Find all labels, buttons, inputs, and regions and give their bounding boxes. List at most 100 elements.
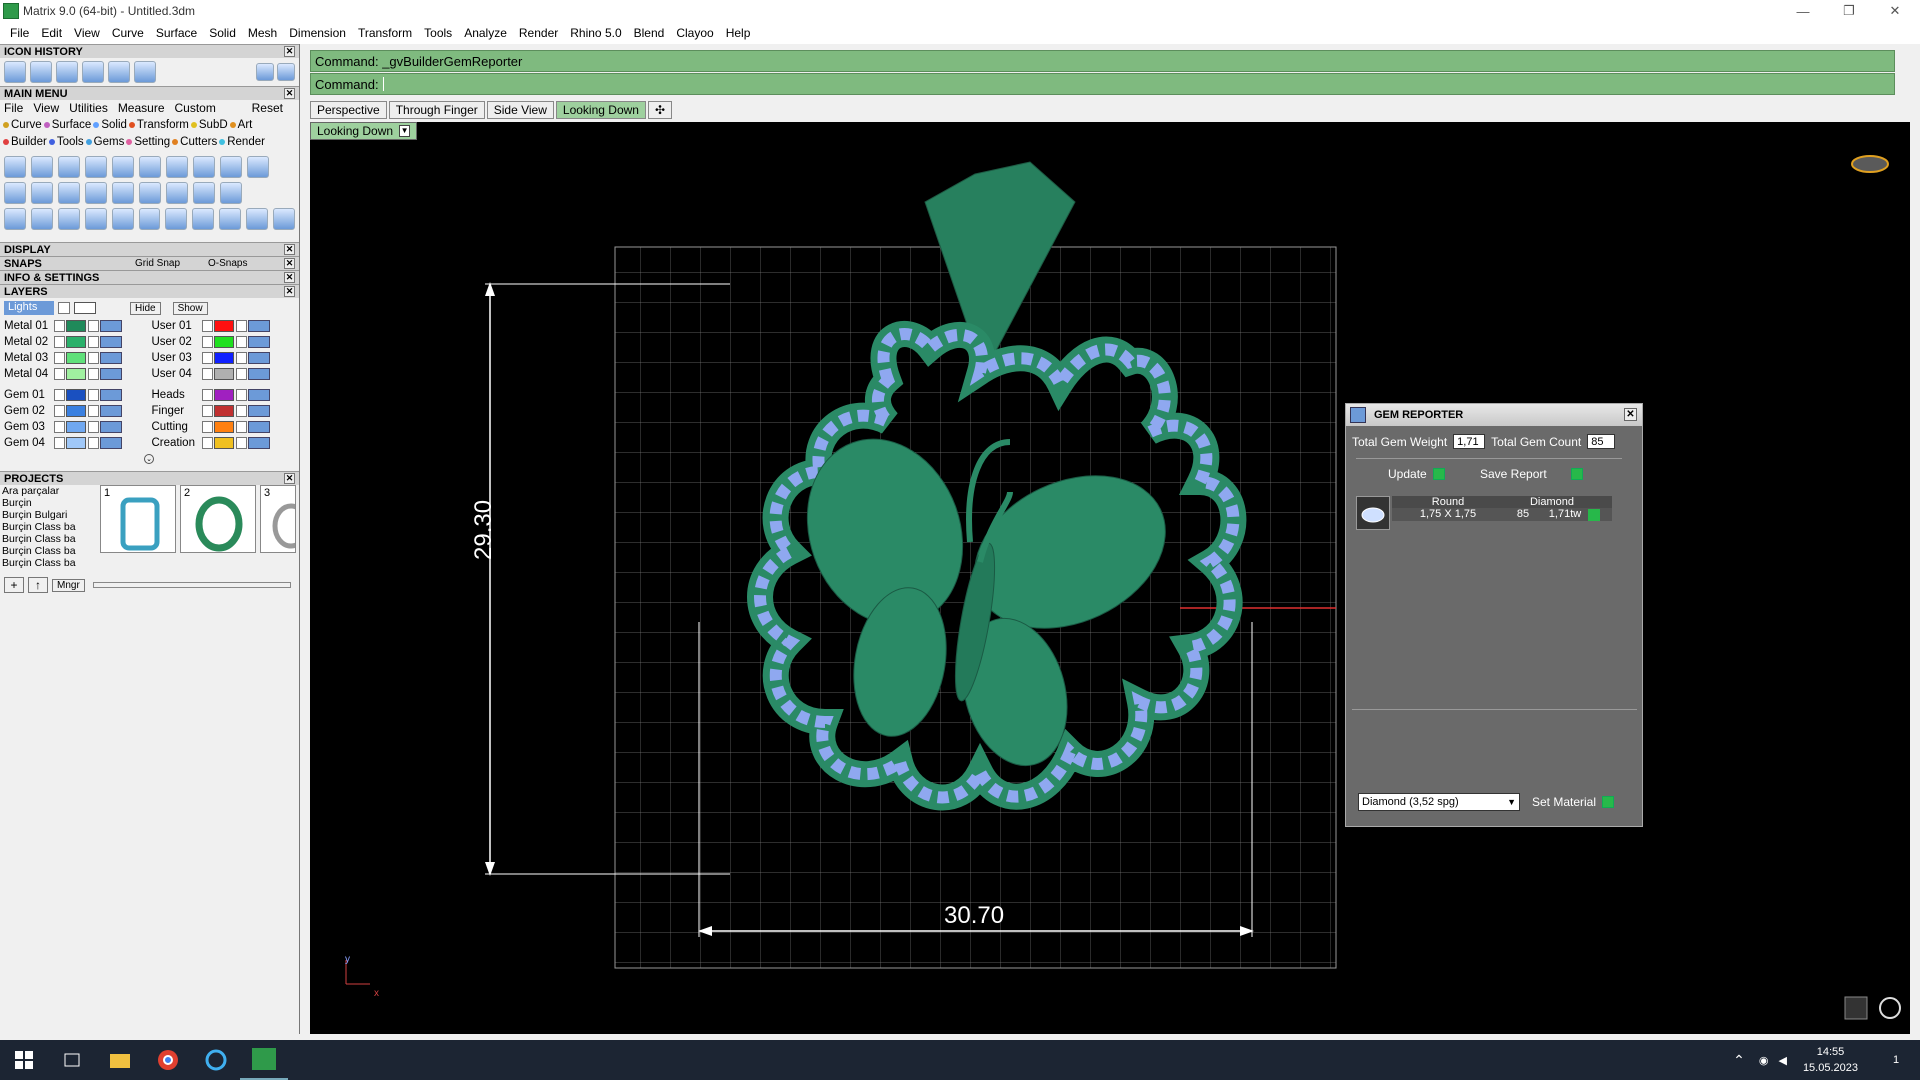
cat-solid[interactable]: Solid xyxy=(93,119,127,131)
menu-dimension[interactable]: Dimension xyxy=(283,26,352,40)
panel-close-icon[interactable]: ✕ xyxy=(284,272,295,283)
chevron-up-icon[interactable]: ⌃ xyxy=(1733,1052,1745,1069)
tool-icon[interactable] xyxy=(4,156,26,178)
history-tool-icon[interactable] xyxy=(108,61,130,83)
menu-blend[interactable]: Blend xyxy=(628,26,671,40)
visible-toggle[interactable] xyxy=(100,405,122,417)
cat-art[interactable]: Art xyxy=(229,119,252,131)
thumbnail-scrollbar[interactable] xyxy=(92,582,291,588)
tool-icon[interactable] xyxy=(139,182,161,204)
layer-color[interactable] xyxy=(66,352,86,364)
arrow-icon[interactable] xyxy=(54,336,65,348)
lock-icon[interactable] xyxy=(88,421,99,433)
arrow-icon[interactable] xyxy=(201,437,213,449)
notification-icon[interactable]: 1 xyxy=(1872,1054,1920,1066)
visible-toggle[interactable] xyxy=(100,352,122,364)
tool-icon[interactable] xyxy=(58,156,80,178)
layer-row[interactable]: Metal 02 xyxy=(2,334,150,350)
command-prompt[interactable]: Command: xyxy=(310,73,1895,95)
layer-row[interactable]: Gem 03 xyxy=(2,419,150,435)
project-item[interactable]: Burçin Bulgari xyxy=(2,509,90,521)
layer-row[interactable]: User 01 xyxy=(150,318,298,334)
visible-toggle[interactable] xyxy=(247,320,270,332)
refresh-icon[interactable] xyxy=(1879,997,1901,1019)
layer-row[interactable]: Metal 04 xyxy=(2,366,150,382)
layer-color[interactable] xyxy=(66,389,86,401)
snaps-header[interactable]: SNAPS Grid Snap O-Snaps ✕ xyxy=(0,256,299,270)
arrow-icon[interactable] xyxy=(54,437,65,449)
material-select[interactable]: Diamond (3,52 spg) ▼ xyxy=(1358,793,1520,811)
layer-color[interactable] xyxy=(213,336,234,348)
arrow-icon[interactable] xyxy=(201,336,213,348)
arrow-icon[interactable] xyxy=(201,368,213,380)
arrow-icon[interactable] xyxy=(54,368,65,380)
lock-icon[interactable] xyxy=(88,320,99,332)
visible-toggle[interactable] xyxy=(100,320,122,332)
osnaps-toggle[interactable]: O-Snaps xyxy=(208,258,247,269)
mm-tab-utilities[interactable]: Utilities xyxy=(69,101,108,115)
layer-color[interactable] xyxy=(66,336,86,348)
menu-clayoo[interactable]: Clayoo xyxy=(670,26,719,40)
tool-icon[interactable] xyxy=(30,208,53,230)
layer-row[interactable]: User 04 xyxy=(150,366,298,382)
display-header[interactable]: DISPLAY ✕ xyxy=(0,242,299,256)
menu-file[interactable]: File xyxy=(4,26,35,40)
history-back-icon[interactable] xyxy=(256,63,274,81)
layer-color[interactable] xyxy=(213,320,234,332)
history-tool-icon[interactable] xyxy=(134,61,156,83)
gem-table-row[interactable]: 1,75 X 1,75 85 1,71tw xyxy=(1392,508,1612,521)
tool-icon[interactable] xyxy=(85,156,107,178)
layer-color[interactable] xyxy=(213,405,234,417)
lock-icon[interactable] xyxy=(88,368,99,380)
cat-tools[interactable]: Tools xyxy=(48,136,84,148)
layer-row[interactable]: Heads xyxy=(150,387,298,403)
menu-help[interactable]: Help xyxy=(720,26,757,40)
panel-close-icon[interactable]: ✕ xyxy=(284,258,295,269)
update-button[interactable]: Update xyxy=(1388,467,1445,481)
visible-toggle[interactable] xyxy=(247,405,270,417)
lock-icon[interactable] xyxy=(88,389,99,401)
tool-icon[interactable] xyxy=(84,208,107,230)
visible-toggle[interactable] xyxy=(100,389,122,401)
history-tool-icon[interactable] xyxy=(56,61,78,83)
layer-color[interactable] xyxy=(213,437,234,449)
tab-through-finger[interactable]: Through Finger xyxy=(388,101,485,119)
tool-icon[interactable] xyxy=(31,182,53,204)
info-settings-header[interactable]: INFO & SETTINGS ✕ xyxy=(0,270,299,284)
tool-icon[interactable] xyxy=(193,156,215,178)
lock-icon[interactable] xyxy=(235,421,247,433)
history-tool-icon[interactable] xyxy=(30,61,52,83)
project-item[interactable]: Ara parçalar xyxy=(2,485,90,497)
layer-color[interactable] xyxy=(213,421,234,433)
microphone-icon[interactable] xyxy=(1844,996,1868,1020)
arrow-icon[interactable] xyxy=(54,405,65,417)
close-icon[interactable]: ✕ xyxy=(1624,408,1637,421)
lock-icon[interactable] xyxy=(235,437,247,449)
collapse-icon[interactable]: ⌄ xyxy=(144,454,154,464)
visible-toggle[interactable] xyxy=(100,368,122,380)
lock-icon[interactable] xyxy=(235,405,247,417)
menu-tools[interactable]: Tools xyxy=(418,26,458,40)
save-report-button[interactable]: Save Report xyxy=(1480,467,1583,481)
menu-view[interactable]: View xyxy=(68,26,106,40)
volume-icon[interactable]: ◀ xyxy=(1778,1054,1786,1067)
menu-rhino[interactable]: Rhino 5.0 xyxy=(564,26,627,40)
project-item[interactable]: Burçin xyxy=(2,497,90,509)
navigation-widget-icon[interactable] xyxy=(1851,155,1889,173)
tool-icon[interactable] xyxy=(4,182,26,204)
lock-icon[interactable] xyxy=(235,320,247,332)
mm-tab-view[interactable]: View xyxy=(33,101,59,115)
layer-row[interactable]: Creation xyxy=(150,435,298,451)
cat-curve[interactable]: Curve xyxy=(3,119,42,131)
lock-icon[interactable] xyxy=(88,437,99,449)
menu-transform[interactable]: Transform xyxy=(352,26,418,40)
tool-icon[interactable] xyxy=(139,156,161,178)
lights-layer[interactable]: Lights xyxy=(4,301,54,315)
layer-row[interactable]: Gem 04 xyxy=(2,435,150,451)
layer-color[interactable] xyxy=(213,389,234,401)
projects-header[interactable]: PROJECTS ✕ xyxy=(0,471,299,485)
matrix-taskbar-icon[interactable] xyxy=(240,1040,288,1080)
tab-perspective[interactable]: Perspective xyxy=(310,101,387,119)
layer-color[interactable] xyxy=(66,368,86,380)
task-view-icon[interactable] xyxy=(48,1040,96,1080)
